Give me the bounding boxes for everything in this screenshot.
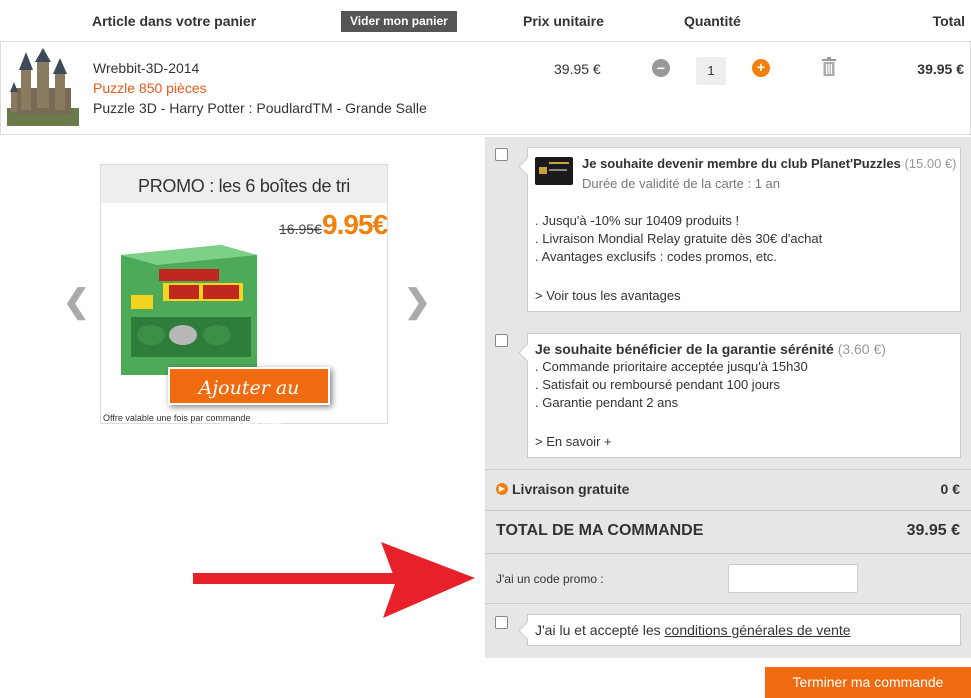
club-membership-price: (15.00 €) <box>904 156 957 171</box>
warranty-price: (3.60 €) <box>837 341 886 357</box>
checkout-button[interactable]: Terminer ma commande <box>765 667 971 698</box>
warranty-title: Je souhaite bénéficier de la garantie sé… <box>535 341 886 357</box>
club-membership-checkbox[interactable] <box>495 148 508 161</box>
promo-banner[interactable]: PROMO : les 6 boîtes de tri 16.95€ 9.95€… <box>100 164 388 437</box>
club-membership-card: Je souhaite devenir membre du club Plane… <box>527 147 961 312</box>
total-column-header: Total <box>932 13 965 29</box>
promo-old-price: 16.95€ <box>279 221 322 237</box>
club-benefit-line: . Avantages exclusifs : codes promos, et… <box>535 249 777 264</box>
warranty-learn-more-link[interactable]: > En savoir + <box>535 434 612 449</box>
warranty-benefits-list: . Commande prioritaire acceptée jusqu'à … <box>535 358 808 412</box>
club-benefit-line: . Livraison Mondial Relay gratuite dès 3… <box>535 231 823 246</box>
divider <box>485 469 971 470</box>
add-to-cart-button[interactable]: Ajouter au panier <box>168 367 330 437</box>
warranty-benefit-line: . Commande prioritaire acceptée jusqu'à … <box>535 359 808 374</box>
promo-code-input[interactable] <box>728 564 858 593</box>
chevron-right-icon: ▶ <box>496 483 508 495</box>
warranty-benefit-line: . Garantie pendant 2 ans <box>535 395 679 410</box>
club-benefit-line: . Jusqu'à -10% sur 10409 produits ! <box>535 213 740 228</box>
carousel-next-icon[interactable]: ❯ <box>404 283 431 319</box>
unit-price-column-header: Prix unitaire <box>523 13 604 29</box>
quantity-column-header: Quantité <box>684 13 741 29</box>
club-membership-title-text: Je souhaite devenir membre du club Plane… <box>582 156 901 171</box>
promo-new-price: 9.95€ <box>322 209 388 240</box>
club-membership-title: Je souhaite devenir membre du club Plane… <box>582 156 956 171</box>
warranty-card: Je souhaite bénéficier de la garantie sé… <box>527 333 961 458</box>
club-see-benefits-link[interactable]: > Voir tous les avantages <box>535 288 681 303</box>
terms-checkbox[interactable] <box>495 616 508 629</box>
carousel-prev-icon[interactable]: ❮ <box>63 283 90 319</box>
club-validity: Durée de validité de la carte : 1 an <box>582 176 781 191</box>
club-benefits-list: . Jusqu'à -10% sur 10409 produits ! . Li… <box>535 212 822 266</box>
cart-header: Article dans votre panier Vider mon pani… <box>0 0 971 42</box>
terms-text: J'ai lu et accepté les conditions généra… <box>535 622 851 638</box>
promo-title: PROMO : les 6 boîtes de tri <box>101 165 387 203</box>
warranty-title-text: Je souhaite bénéficier de la garantie sé… <box>535 341 834 357</box>
shipping-label[interactable]: Livraison gratuite <box>512 481 629 497</box>
cart-item-row: Wrebbit-3D-2014 Puzzle 850 pièces Puzzle… <box>0 42 971 135</box>
quantity-field[interactable]: 1 <box>696 57 726 85</box>
club-card-icon <box>535 157 573 185</box>
warranty-checkbox[interactable] <box>495 334 508 347</box>
empty-cart-button[interactable]: Vider mon panier <box>341 11 457 32</box>
promo-note: Offre valable une fois par commande <box>103 413 251 423</box>
product-name[interactable]: Puzzle 3D - Harry Potter : PoudlardTM - … <box>93 100 427 116</box>
line-total: 39.95 € <box>917 61 964 77</box>
red-arrow-icon <box>193 542 475 618</box>
article-column-header: Article dans votre panier <box>92 13 257 29</box>
product-reference: Wrebbit-3D-2014 <box>93 60 200 76</box>
terms-link[interactable]: conditions générales de vente <box>665 622 851 638</box>
warranty-benefit-line: . Satisfait ou remboursé pendant 100 jou… <box>535 377 780 392</box>
promo-code-label: J'ai un code promo : <box>496 572 604 586</box>
order-options-panel: Je souhaite devenir membre du club Plane… <box>485 137 971 658</box>
sorting-boxes-product-image <box>121 245 257 375</box>
terms-card: J'ai lu et accepté les conditions généra… <box>527 614 961 646</box>
divider <box>485 510 971 511</box>
product-piece-count: Puzzle 850 pièces <box>93 80 207 96</box>
order-total-label: TOTAL DE MA COMMANDE <box>496 522 704 539</box>
product-thumbnail[interactable] <box>7 48 79 126</box>
terms-prefix: J'ai lu et accepté les <box>535 622 665 638</box>
divider <box>485 553 971 554</box>
unit-price: 39.95 € <box>554 61 601 77</box>
trash-icon[interactable] <box>821 57 837 77</box>
decrease-quantity-button[interactable]: − <box>652 59 670 77</box>
shipping-value: 0 € <box>940 481 960 497</box>
increase-quantity-button[interactable]: + <box>752 59 770 77</box>
order-total-value: 39.95 € <box>906 522 960 539</box>
divider <box>485 603 971 604</box>
